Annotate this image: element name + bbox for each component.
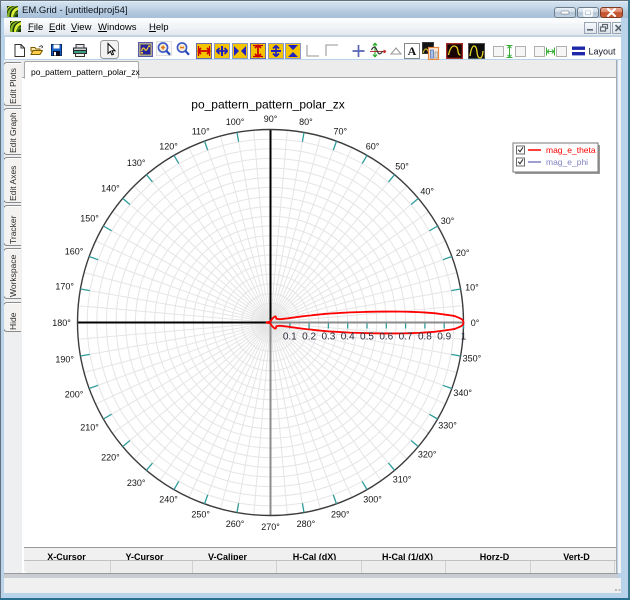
svg-text:90°: 90°	[264, 114, 278, 124]
svg-text:70°: 70°	[333, 126, 347, 136]
svg-text:330°: 330°	[438, 420, 457, 430]
svg-text:200°: 200°	[65, 390, 84, 400]
svg-text:30°: 30°	[441, 216, 455, 226]
svg-text:250°: 250°	[191, 510, 210, 520]
svg-text:120°: 120°	[159, 141, 178, 151]
svg-text:110°: 110°	[192, 126, 210, 136]
svg-text:0.4: 0.4	[341, 332, 355, 343]
svg-text:270°: 270°	[261, 522, 280, 532]
svg-text:150°: 150°	[80, 214, 99, 224]
svg-text:130°: 130°	[127, 158, 146, 168]
svg-text:10°: 10°	[465, 283, 479, 293]
svg-text:290°: 290°	[331, 510, 350, 520]
svg-text:190°: 190°	[55, 354, 74, 364]
svg-text:0.2: 0.2	[302, 332, 316, 343]
svg-text:240°: 240°	[159, 495, 178, 505]
svg-text:40°: 40°	[420, 187, 434, 197]
svg-text:0.5: 0.5	[360, 332, 374, 343]
svg-text:po_pattern_pattern_polar_zx: po_pattern_pattern_polar_zx	[191, 98, 344, 112]
svg-text:300°: 300°	[363, 495, 382, 505]
svg-text:Layout: Layout	[589, 47, 617, 57]
svg-text:210°: 210°	[80, 423, 99, 433]
svg-text:0.7: 0.7	[399, 332, 413, 343]
svg-text:280°: 280°	[297, 519, 316, 529]
svg-text:170°: 170°	[55, 282, 74, 292]
svg-text:180°: 180°	[52, 318, 71, 328]
svg-text:230°: 230°	[127, 478, 146, 488]
svg-text:100°: 100°	[226, 117, 245, 127]
svg-text:0.1: 0.1	[283, 332, 297, 343]
svg-text:mag_e_theta: mag_e_theta	[546, 145, 596, 155]
svg-text:20°: 20°	[456, 248, 470, 258]
svg-text:80°: 80°	[299, 117, 313, 127]
svg-text:160°: 160°	[65, 247, 84, 257]
svg-text:310°: 310°	[393, 475, 412, 485]
svg-text:1: 1	[461, 332, 467, 343]
svg-text:0.6: 0.6	[379, 332, 393, 343]
svg-text:350°: 350°	[463, 354, 482, 364]
svg-text:260°: 260°	[226, 519, 245, 529]
svg-text:0.3: 0.3	[321, 332, 335, 343]
svg-text:140°: 140°	[101, 184, 120, 194]
svg-text:0°: 0°	[471, 318, 480, 328]
svg-text:0.9: 0.9	[437, 332, 451, 343]
svg-text:220°: 220°	[101, 452, 120, 462]
svg-text:A: A	[408, 44, 417, 58]
svg-text:60°: 60°	[366, 141, 380, 151]
svg-text:320°: 320°	[418, 450, 437, 460]
svg-text:340°: 340°	[453, 388, 472, 398]
svg-text:50°: 50°	[395, 161, 409, 171]
svg-text:mag_e_phi: mag_e_phi	[546, 157, 588, 167]
svg-text:0.8: 0.8	[418, 332, 432, 343]
